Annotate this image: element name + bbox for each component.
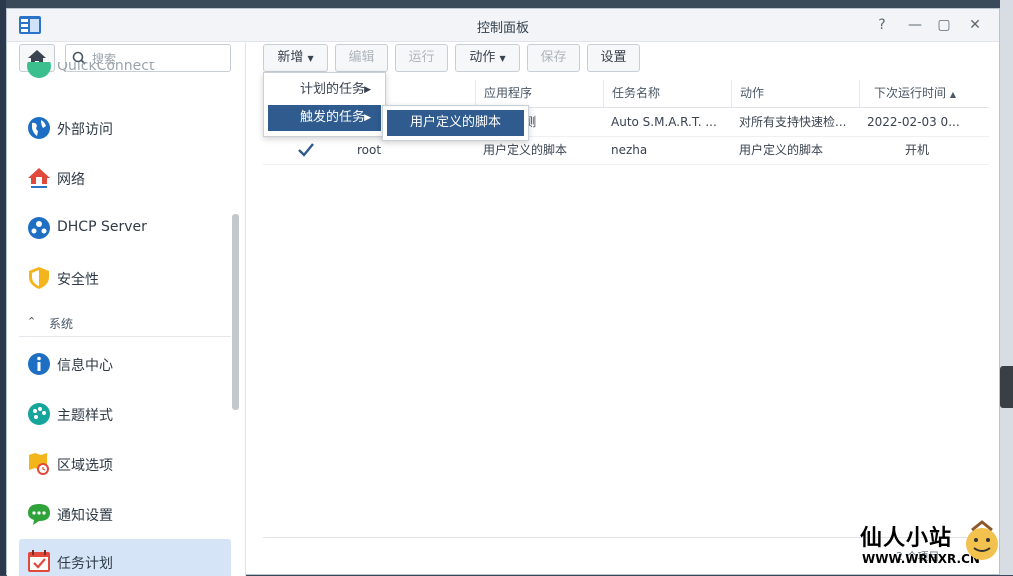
sidebar-item-task-scheduler[interactable]: 任务计划 (19, 539, 231, 576)
caret-down-icon: ▼ (307, 54, 314, 63)
caret-down-icon: ▼ (499, 54, 506, 63)
column-next-run[interactable]: 下次运行时间 ▲ (859, 80, 989, 107)
minimize-button[interactable]: — (905, 15, 925, 35)
quickconnect-icon (27, 62, 51, 78)
create-button[interactable]: 新增 ▼ (263, 44, 328, 72)
task-calendar-icon (28, 550, 50, 572)
chat-bubble-icon (28, 504, 50, 525)
cell-next-run: 开机 (905, 143, 930, 157)
watermark-url: WWW.WRNXR.CN (862, 552, 980, 566)
column-label: 动作 (740, 86, 765, 100)
menu-item-user-defined-script[interactable]: 用户定义的脚本 (387, 110, 524, 136)
menu-item-triggered-task[interactable]: 触发的任务 ▶ (268, 105, 381, 131)
column-label: 任务名称 (612, 86, 661, 100)
maximize-button[interactable]: ▢ (934, 15, 954, 35)
watermark-title: 仙人小站 (860, 526, 953, 551)
sidebar-item-network[interactable]: 网络 (19, 157, 231, 199)
menu-item-label: 触发的任务 (300, 110, 366, 125)
side-panel-handle[interactable] (1000, 366, 1013, 408)
edit-button[interactable]: 编辑 (335, 44, 388, 72)
column-task-name[interactable]: 任务名称 (603, 80, 731, 107)
caret-right-icon: ▶ (364, 113, 371, 123)
cell-action: 用户定义的脚本 (739, 143, 824, 157)
close-button[interactable]: ✕ (965, 15, 985, 35)
sidebar-item-label: 区域选项 (57, 458, 113, 474)
sidebar-item-label: QuickConnect (57, 62, 155, 74)
sidebar-item-label: 通知设置 (57, 508, 113, 524)
window-title: 控制面板 (476, 21, 529, 36)
watermark: 仙人小站 WWW.WRNXR.CN (860, 520, 1000, 572)
sidebar-item-label: 主题样式 (57, 408, 113, 424)
globe-icon (28, 117, 50, 139)
sidebar-item-label: 信息中心 (57, 358, 113, 374)
sidebar-item-label: DHCP Server (57, 219, 147, 235)
info-icon (28, 353, 50, 375)
sidebar: QuickConnect 外部访问 网络 DHCP Server 安全性 ⌃ 系… (7, 42, 246, 576)
save-button[interactable]: 保存 (527, 44, 580, 72)
table-row[interactable]: root 用户定义的脚本 nezha 用户定义的脚本 开机 (263, 136, 989, 165)
sidebar-item-label: 外部访问 (57, 122, 113, 138)
triggered-submenu: 用户定义的脚本 (382, 105, 529, 141)
shield-icon (29, 267, 49, 289)
create-label: 新增 (277, 50, 304, 65)
settings-button[interactable]: 设置 (587, 44, 640, 72)
section-label: 系统 (49, 317, 74, 331)
mascot-logo (966, 520, 998, 560)
sidebar-item-quickconnect[interactable]: QuickConnect (19, 62, 231, 82)
column-action[interactable]: 动作 (731, 80, 859, 107)
sidebar-item-label: 安全性 (57, 272, 99, 288)
desktop-edge (1000, 0, 1013, 575)
cell-task-name: Auto S.M.A.R.T. ... (611, 115, 717, 129)
region-clock-icon (29, 453, 49, 475)
sidebar-item-regional-options[interactable]: 区域选项 (19, 443, 231, 485)
sidebar-item-dhcp-server[interactable]: DHCP Server (19, 207, 231, 249)
menu-item-scheduled-task[interactable]: 计划的任务 ▶ (268, 77, 381, 103)
chevron-up-icon: ⌃ (27, 315, 37, 328)
cell-task-name: nezha (611, 143, 648, 157)
sidebar-item-theme[interactable]: 主题样式 (19, 393, 231, 435)
caret-right-icon: ▶ (364, 85, 371, 95)
sidebar-item-external-access[interactable]: 外部访问 (19, 107, 231, 149)
sort-ascending-icon: ▲ (949, 90, 956, 99)
sidebar-item-notification[interactable]: 通知设置 (19, 493, 231, 535)
action-label: 动作 (469, 50, 496, 65)
enabled-checkbox[interactable] (297, 142, 315, 158)
dhcp-icon (28, 217, 50, 239)
cell-next-run: 2022-02-03 0... (867, 115, 960, 129)
action-button[interactable]: 动作 ▼ (455, 44, 520, 72)
menu-item-label: 计划的任务 (300, 82, 366, 97)
network-house-icon (28, 168, 50, 188)
sidebar-item-info-center[interactable]: 信息中心 (19, 343, 231, 385)
title-bar: 控制面板 ? — ▢ ✕ (7, 9, 999, 42)
run-button[interactable]: 运行 (395, 44, 448, 72)
section-header-system[interactable]: ⌃ 系统 (19, 312, 231, 337)
sidebar-item-label: 任务计划 (57, 556, 113, 572)
control-panel-window: 控制面板 ? — ▢ ✕ QuickConnect 外部访问 网络 (6, 8, 1000, 576)
sidebar-item-security[interactable]: 安全性 (19, 257, 231, 299)
help-button[interactable]: ? (872, 15, 892, 35)
palette-icon (28, 403, 50, 425)
column-app[interactable]: 应用程序 (475, 80, 603, 107)
create-dropdown-menu: 计划的任务 ▶ 触发的任务 ▶ (263, 72, 386, 137)
column-label: 应用程序 (484, 86, 533, 100)
sidebar-scrollbar[interactable] (232, 214, 239, 410)
cell-action: 对所有支持快速检... (739, 115, 847, 129)
column-label: 下次运行时间 (874, 86, 947, 100)
sidebar-item-label: 网络 (57, 172, 85, 188)
